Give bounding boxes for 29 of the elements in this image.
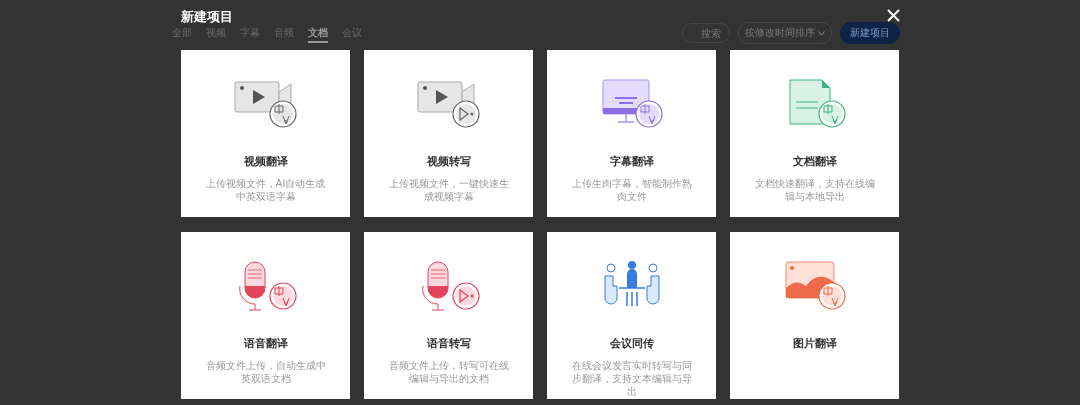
project-type-card[interactable]: 视频翻译 上传视频文件，AI自动生成中英双语字幕 (181, 50, 350, 217)
project-type-card[interactable]: 语音翻译 音频文件上传，自动生成中英双语文档 (181, 232, 350, 399)
card-title: 会议同传 (609, 336, 654, 351)
card-title: 视频翻译 (243, 154, 288, 169)
tab[interactable]: 文档 (308, 26, 328, 43)
card-description: 文档快速翻译，支持在线编辑与本地导出 (753, 177, 876, 203)
card-title: 语音转写 (426, 336, 471, 351)
close-icon[interactable] (887, 8, 900, 22)
card-title: 图片翻译 (792, 336, 837, 351)
card-title: 视频转写 (426, 154, 471, 169)
card-title: 语音翻译 (243, 336, 288, 351)
project-type-card[interactable]: 文档翻译 文档快速翻译，支持在线编辑与本地导出 (730, 50, 899, 217)
card-description: 音频文件上传，自动生成中英双语文档 (204, 359, 327, 385)
video-icon (232, 78, 299, 130)
dialog-title: 新建项目 (181, 8, 233, 26)
caret-icon (818, 30, 825, 36)
project-type-card[interactable]: 会议同传 在线会议发言实时转写与同步翻译，支持文本编辑与导出 (547, 232, 716, 399)
project-type-card[interactable]: 图片翻译 (730, 232, 899, 399)
new-project-button[interactable]: 新建项目 (840, 22, 900, 44)
card-description: 上传视频文件，AI自动生成中英双语字幕 (204, 177, 327, 203)
card-description: 在线会议发言实时转写与同步翻译，支持文本编辑与导出 (570, 359, 693, 398)
project-type-card[interactable]: 字幕翻译 上传生肉字幕，智能制作熟肉文件 (547, 50, 716, 217)
card-description: 上传生肉字幕，智能制作熟肉文件 (570, 177, 693, 203)
video-icon (415, 78, 482, 130)
search-field[interactable]: 搜索 (682, 23, 730, 43)
card-title: 字幕翻译 (609, 154, 654, 169)
project-type-card[interactable]: 语音转写 音频文件上传，转写可在线编辑与导出的文档 (364, 232, 533, 399)
card-description: 音频文件上传，转写可在线编辑与导出的文档 (387, 359, 510, 385)
card-title: 文档翻译 (792, 154, 837, 169)
